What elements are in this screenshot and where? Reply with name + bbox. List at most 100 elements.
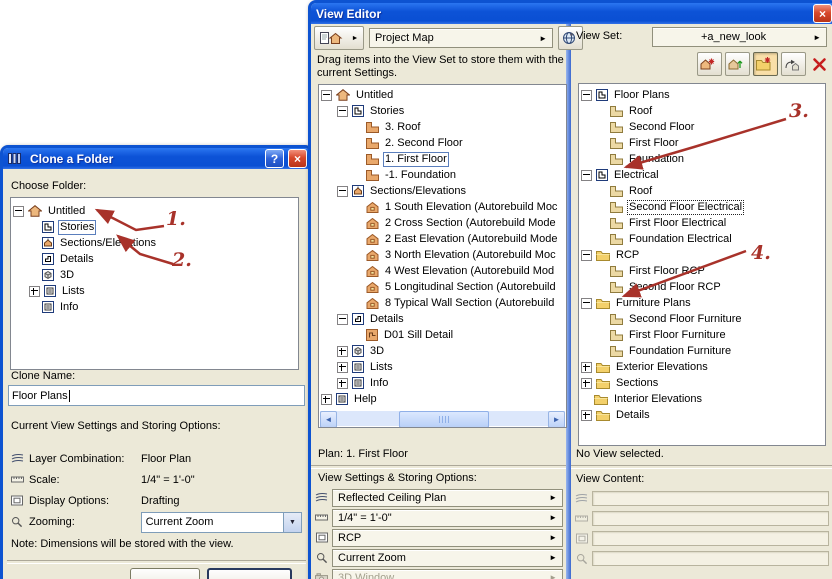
- close-button[interactable]: ×: [288, 149, 307, 168]
- tree-item[interactable]: Roof: [579, 183, 825, 199]
- collapse-minus-icon[interactable]: [321, 89, 332, 101]
- tree-item[interactable]: Second Floor Furniture: [579, 311, 825, 327]
- tree-item[interactable]: 5 Longitudinal Section (Autorebuild: [319, 279, 566, 295]
- scrollbar-track[interactable]: [337, 411, 548, 427]
- tree-item[interactable]: Info: [319, 375, 566, 391]
- scroll-left-icon[interactable]: ◄: [320, 411, 337, 427]
- tree-item[interactable]: Lists: [319, 359, 566, 375]
- ok-button[interactable]: [207, 568, 292, 579]
- new-view-button[interactable]: [697, 52, 722, 76]
- view-content-row: [574, 530, 829, 547]
- tree-item[interactable]: First Floor Electrical: [579, 215, 825, 231]
- screen: Clone a Folder ? × Choose Folder: Untitl…: [0, 0, 832, 579]
- close-button[interactable]: ×: [813, 4, 832, 23]
- setting-dropdown[interactable]: Reflected Ceiling Plan ►: [332, 488, 563, 507]
- tree-item[interactable]: 3. Roof: [319, 119, 566, 135]
- tree-item[interactable]: Help: [319, 391, 566, 407]
- tree-item[interactable]: Exterior Elevations: [579, 359, 825, 375]
- collapse-minus-icon[interactable]: [13, 205, 24, 217]
- tree-item[interactable]: Sections/Elevations: [11, 235, 298, 251]
- view-set-dropdown[interactable]: +a_new_look ►: [652, 27, 827, 47]
- tree-item[interactable]: Foundation: [579, 151, 825, 167]
- tree-item[interactable]: Stories: [11, 219, 298, 235]
- expand-plus-icon[interactable]: [337, 377, 348, 389]
- collapse-minus-icon[interactable]: [337, 313, 348, 325]
- tree-item[interactable]: Furniture Plans: [579, 295, 825, 311]
- collapse-minus-icon[interactable]: [581, 169, 592, 181]
- tree-item[interactable]: Sections: [579, 375, 825, 391]
- tree-item[interactable]: Second Floor RCP: [579, 279, 825, 295]
- expand-plus-icon[interactable]: [581, 361, 592, 373]
- horizontal-scrollbar[interactable]: ◄ ►: [320, 411, 565, 427]
- setting-dropdown[interactable]: Current Zoom ►: [332, 548, 563, 567]
- tree-item[interactable]: Stories: [319, 103, 566, 119]
- tree-item[interactable]: 3D: [319, 343, 566, 359]
- zooming-dropdown[interactable]: Current Zoom ▼: [140, 511, 302, 533]
- expand-plus-icon[interactable]: [29, 285, 40, 297]
- delete-button[interactable]: [809, 52, 832, 76]
- scroll-right-icon[interactable]: ►: [548, 411, 565, 427]
- update-view-button[interactable]: [725, 52, 750, 76]
- tree-item[interactable]: 3D: [11, 267, 298, 283]
- expand-plus-icon[interactable]: [321, 393, 332, 405]
- expand-plus-icon[interactable]: [581, 377, 592, 389]
- tree-item[interactable]: 8 Typical Wall Section (Autorebuild: [319, 295, 566, 311]
- collapse-minus-icon[interactable]: [337, 185, 348, 197]
- help-button[interactable]: ?: [265, 149, 284, 168]
- tree-item[interactable]: 2 East Elevation (Autorebuild Mode: [319, 231, 566, 247]
- tree-item[interactable]: Lists: [11, 283, 298, 299]
- tree-item[interactable]: Untitled: [11, 203, 298, 219]
- expand-plus-icon[interactable]: [337, 345, 348, 357]
- clone-dialog-titlebar[interactable]: Clone a Folder ? ×: [3, 148, 310, 169]
- view-editor-titlebar[interactable]: View Editor ×: [311, 3, 832, 24]
- setting-dropdown[interactable]: 1/4" = 1'-0" ►: [332, 508, 563, 527]
- tree-item[interactable]: Details: [319, 311, 566, 327]
- dropdown-arrow-icon: ►: [549, 533, 557, 542]
- scrollbar-thumb[interactable]: [399, 411, 489, 427]
- collapse-minus-icon[interactable]: [581, 297, 592, 309]
- collapse-minus-icon[interactable]: [581, 249, 592, 261]
- dropdown-arrow-icon: ►: [539, 33, 547, 43]
- dropdown-arrow-icon[interactable]: ▼: [283, 512, 301, 532]
- tree-item[interactable]: Details: [579, 407, 825, 423]
- cancel-button[interactable]: [130, 568, 200, 579]
- map-mode-dropdown[interactable]: Project Map ►: [369, 28, 553, 48]
- setting-dropdown[interactable]: RCP ►: [332, 528, 563, 547]
- collapse-minus-icon[interactable]: [581, 89, 592, 101]
- expand-plus-icon[interactable]: [337, 361, 348, 373]
- tree-item[interactable]: Foundation Electrical: [579, 231, 825, 247]
- tree-item-label: Info: [60, 300, 79, 313]
- tree-item[interactable]: Foundation Furniture: [579, 343, 825, 359]
- tree-item[interactable]: 4 West Elevation (Autorebuild Mod: [319, 263, 566, 279]
- expand-plus-icon[interactable]: [581, 409, 592, 421]
- tree-item[interactable]: Details: [11, 251, 298, 267]
- tree-item[interactable]: First Floor: [579, 135, 825, 151]
- save-view-button[interactable]: [781, 52, 806, 76]
- tree-item[interactable]: First Floor RCP: [579, 263, 825, 279]
- tree-item[interactable]: Info: [11, 299, 298, 315]
- tree-item[interactable]: -1. Foundation: [319, 167, 566, 183]
- delete-icon: [812, 57, 827, 72]
- help-icon: [336, 393, 348, 405]
- tree-item[interactable]: Untitled: [319, 87, 566, 103]
- clone-name-input[interactable]: Floor Plans: [8, 385, 305, 406]
- tree-item[interactable]: First Floor Furniture: [579, 327, 825, 343]
- new-folder-icon: [755, 57, 772, 71]
- collapse-minus-icon[interactable]: [337, 105, 348, 117]
- tree-item[interactable]: 2 Cross Section (Autorebuild Mode: [319, 215, 566, 231]
- story-icon-light: [610, 345, 623, 357]
- tree-item[interactable]: 1 South Elevation (Autorebuild Moc: [319, 199, 566, 215]
- tree-item[interactable]: Electrical: [579, 167, 825, 183]
- tree-item[interactable]: RCP: [579, 247, 825, 263]
- tree-item[interactable]: 2. Second Floor: [319, 135, 566, 151]
- tree-item[interactable]: D01 Sill Detail: [319, 327, 566, 343]
- tree-item-label: Details: [370, 312, 404, 325]
- tree-item[interactable]: Interior Elevations: [579, 391, 825, 407]
- tree-item[interactable]: Second Floor Electrical: [579, 199, 825, 215]
- tree-item[interactable]: 3 North Elevation (Autorebuild Moc: [319, 247, 566, 263]
- tree-item[interactable]: 1. First Floor: [319, 151, 566, 167]
- tree-item[interactable]: Sections/Elevations: [319, 183, 566, 199]
- project-chooser-button[interactable]: ►: [314, 26, 364, 50]
- tree-item-label: Untitled: [356, 88, 394, 101]
- new-folder-button[interactable]: [753, 52, 778, 76]
